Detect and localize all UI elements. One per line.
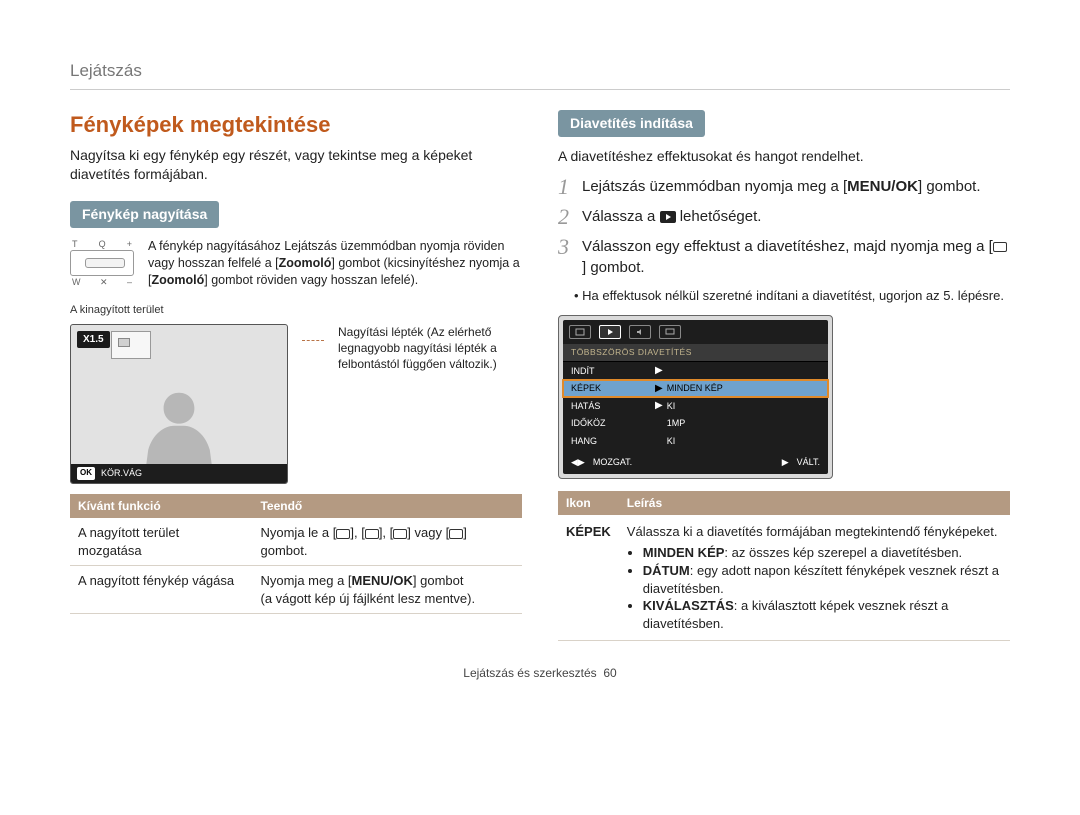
menu-title: TÖBBSZÖRÖS DIAVETÍTÉS: [563, 344, 828, 362]
step-3-note: Ha effektusok nélkül szeretné indítani a…: [558, 287, 1010, 305]
zoom-scale-annotation: Nagyítási lépték (Az elérhető legnagyobb…: [338, 324, 522, 373]
page-footer: Lejátszás és szerkesztés 60: [70, 665, 1010, 681]
step-number: 2: [558, 206, 572, 228]
tab-icon-sound: [629, 325, 651, 339]
menu-item-effect: HATÁS ▶ KI: [563, 397, 828, 415]
func-cell-crop: A nagyított fénykép vágása: [70, 566, 252, 614]
step-3: 3 Válasszon egy effektust a diavetítéshe…: [558, 236, 1010, 280]
slideshow-mode-icon: [660, 211, 676, 223]
chevron-right-icon: ▶: [655, 399, 663, 413]
trim-label: KÖR.VÁG: [101, 467, 142, 479]
menu-footer: ◀▶ MOZGAT. ▶ VÁLT.: [563, 450, 828, 474]
slideshow-intro: A diavetítéshez effektusokat és hangot r…: [558, 147, 1010, 166]
menu-item-start: INDÍT ▶: [563, 362, 828, 380]
macro-icon: [336, 529, 350, 539]
subheading-zoom: Fénykép nagyítása: [70, 201, 219, 228]
list-item: MINDEN KÉP: az összes kép szerepel a dia…: [643, 544, 1002, 562]
description-table: Ikon Leírás KÉPEK Válassza ki a diavetít…: [558, 491, 1010, 641]
tab-icon-play: [599, 325, 621, 339]
timer-icon: [993, 242, 1007, 252]
annotation-leader-line: [302, 340, 324, 341]
func-header-function: Kívánt funkció: [70, 494, 252, 518]
menu-item-interval: IDŐKÖZ ▶ 1MP: [563, 415, 828, 433]
desc-text-cell: Válassza ki a diavetítés formájában megt…: [619, 515, 1010, 641]
menu-panel: TÖBBSZÖRÖS DIAVETÍTÉS INDÍT ▶ KÉPEK ▶ MI…: [563, 344, 828, 450]
preview-with-annotation: X1.5 OK KÖR.VÁG Nagyítási lépték (Az elé…: [70, 324, 522, 484]
step-number: 1: [558, 176, 572, 198]
display-icon: [449, 529, 463, 539]
footer-section: Lejátszás és szerkesztés: [463, 666, 596, 680]
enlarged-area-caption: A kinagyított terület: [70, 303, 522, 318]
menu-item-images: KÉPEK ▶ MINDEN KÉP: [563, 380, 828, 398]
camera-menu-screenshot: TÖBBSZÖRÖS DIAVETÍTÉS INDÍT ▶ KÉPEK ▶ MI…: [558, 315, 833, 479]
zoom-lever-diagram: T Q + W ✕ –: [70, 238, 134, 289]
timer-icon: [365, 529, 379, 539]
zoom-instruction-row: T Q + W ✕ – A fénykép nagyításához Leját…: [70, 238, 522, 289]
flash-icon: [393, 529, 407, 539]
zoom-q-icon: Q: [99, 238, 106, 250]
page-number: 60: [603, 666, 616, 680]
table-row: A nagyított terület mozgatása Nyomja le …: [70, 518, 522, 566]
play-icon: ▶: [782, 456, 789, 468]
right-column: Diavetítés indítása A diavetítéshez effe…: [558, 110, 1010, 641]
function-table: Kívánt funkció Teendő A nagyított terüle…: [70, 494, 522, 614]
zoom-minus: –: [127, 276, 132, 288]
ok-icon: OK: [77, 467, 95, 480]
zoom-x-icon: ✕: [100, 276, 108, 288]
page-intro: Nagyítsa ki egy fénykép egy részét, vagy…: [70, 146, 522, 184]
desc-icon-cell: KÉPEK: [558, 515, 619, 641]
two-column-layout: Fényképek megtekintése Nagyítsa ki egy f…: [70, 110, 1010, 641]
desc-header-text: Leírás: [619, 491, 1010, 515]
chevron-right-icon: ▶: [655, 364, 663, 378]
step-1: 1 Lejátszás üzemmódban nyomja meg a [MEN…: [558, 176, 1010, 198]
subheading-slideshow: Diavetítés indítása: [558, 110, 705, 137]
tab-icon-display: [659, 325, 681, 339]
breadcrumb: Lejátszás: [70, 60, 1010, 90]
menu-item-sound: HANG ▶ KI: [563, 432, 828, 450]
zoom-w-label: W: [72, 276, 81, 288]
page-title: Fényképek megtekintése: [70, 110, 522, 140]
func-cell-move-action: Nyomja le a [], [], [] vagy [] gombot.: [252, 518, 522, 566]
tab-icon-1: [569, 325, 591, 339]
func-cell-move: A nagyított terület mozgatása: [70, 518, 252, 566]
step-2: 2 Válassza a lehetőséget.: [558, 206, 1010, 228]
inset-thumbnail: [111, 331, 151, 359]
zoom-instruction-text: A fénykép nagyításához Lejátszás üzemmód…: [148, 238, 522, 289]
list-item: KIVÁLASZTÁS: a kiválasztott képek veszne…: [643, 597, 1002, 632]
move-label: MOZGAT.: [593, 456, 632, 468]
table-row: A nagyított fénykép vágása Nyomja meg a …: [70, 566, 522, 614]
manual-page: Lejátszás Fényképek megtekintése Nagyíts…: [0, 0, 1080, 701]
chevron-right-icon: ▶: [655, 382, 663, 396]
change-label: VÁLT.: [797, 456, 820, 468]
left-column: Fényképek megtekintése Nagyítsa ki egy f…: [70, 110, 522, 641]
list-item: DÁTUM: egy adott napon készített fénykép…: [643, 562, 1002, 597]
desc-header-icon: Ikon: [558, 491, 619, 515]
zoom-plus: +: [127, 238, 132, 250]
preview-footer-bar: OK KÖR.VÁG: [71, 464, 287, 483]
zoom-scale-badge: X1.5: [77, 331, 110, 349]
zoom-preview-screenshot: X1.5 OK KÖR.VÁG: [70, 324, 288, 484]
zoom-t-label: T: [72, 238, 78, 250]
menu-tabs: [563, 320, 828, 344]
func-cell-crop-action: Nyomja meg a [MENU/OK] gombot (a vágott …: [252, 566, 522, 614]
func-header-todo: Teendő: [252, 494, 522, 518]
step-number: 3: [558, 236, 572, 280]
table-row: KÉPEK Válassza ki a diavetítés formájába…: [558, 515, 1010, 641]
nav-icon: ◀▶: [571, 456, 585, 468]
